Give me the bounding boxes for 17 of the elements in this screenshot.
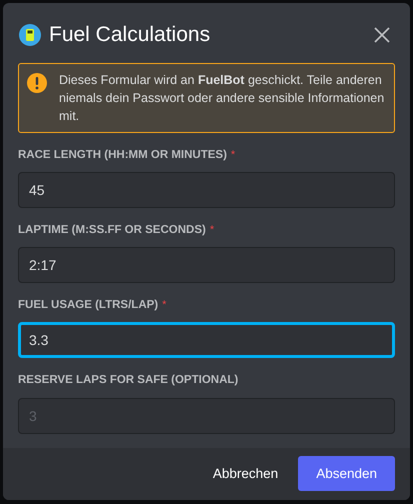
warning-icon [27, 72, 47, 92]
field-label: RACE LENGTH (HH:MM OR MINUTES) [18, 148, 227, 162]
submit-button[interactable]: Absenden [298, 456, 395, 492]
field-label: FUEL USAGE (LTRS/LAP) [18, 298, 158, 313]
text-field[interactable]: 2:17 [18, 247, 395, 283]
required-mark: * [162, 298, 166, 314]
text-field[interactable]: 45 [18, 172, 395, 208]
required-mark: * [210, 223, 214, 238]
field-label: RESERVE LAPS FOR SAFE (OPTIONAL) [18, 373, 238, 388]
cancel-button[interactable]: Abbrechen [206, 456, 284, 492]
close-button[interactable] [372, 24, 392, 45]
warning-text: Dieses Formular wird an FuelBot geschickt. Teile anderen niemals dein Passwort oder andere sensible Informationen mit. [59, 72, 386, 124]
fuel-pump-icon [19, 24, 41, 46]
text-field[interactable]: 3.3 [18, 322, 395, 358]
field-label: LAPTIME (M:SS.FF OR SECONDS) [18, 222, 206, 238]
required-mark: * [230, 148, 236, 163]
dialog-title: Fuel Calculations [49, 22, 210, 48]
